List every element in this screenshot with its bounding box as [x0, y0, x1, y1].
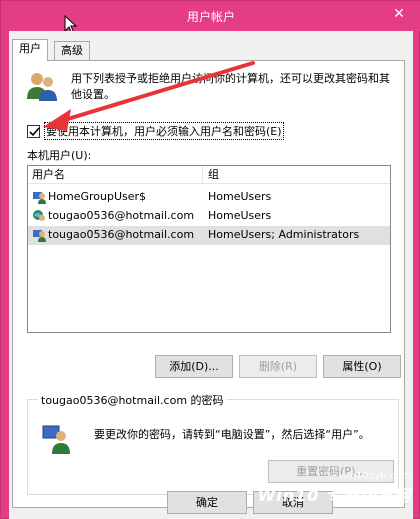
table-row[interactable]: tougao0536@hotmail.com HomeUsers: [28, 207, 390, 226]
require-login-label[interactable]: 要使用本计算机，用户必须输入用户名和密码(E): [44, 122, 284, 140]
password-group-title: tougao0536@hotmail.com 的密码: [38, 392, 227, 408]
table-row[interactable]: HomeGroupUser$ HomeUsers: [28, 188, 390, 207]
intro-text: 用下列表授予或拒绝用户访问你的计算机，还可以更改其密码和其他设置。: [71, 72, 390, 101]
user-icon: [33, 230, 46, 242]
password-help-text: 要更改你的密码，请转到“电脑设置”，然后选择“用户”。: [94, 428, 370, 441]
row-username: tougao0536@hotmail.com: [48, 209, 195, 222]
table-row[interactable]: tougao0536@hotmail.com HomeUsers; Admini…: [28, 226, 390, 245]
microsoft-account-icon: [33, 210, 45, 221]
row-group: HomeUsers: [208, 209, 272, 222]
watermark: win10zyb.com Win10 专业版官网: [258, 471, 411, 506]
properties-button[interactable]: 属性(O): [323, 355, 401, 378]
column-header-username[interactable]: 用户名: [28, 166, 203, 184]
watermark-url: win10zyb.com: [338, 471, 411, 482]
users-list[interactable]: 用户名 组 HomeGroupUser$ HomeUsers tougao053…: [27, 165, 391, 333]
tab-advanced[interactable]: 高级: [54, 41, 90, 61]
checkmark-icon: [29, 126, 40, 136]
dialog-body: 用户 高级 用下列表授予或拒绝用户访问你的计算机，还可以更改其密码和其他设置。 …: [9, 31, 413, 519]
user-accounts-window: 用户帐户 ✕ 用户 高级 用下列表授予或拒绝用户访问你的计算机，还可以更改其密码…: [0, 0, 420, 519]
local-users-label: 本机用户(U):: [27, 149, 92, 162]
tab-users[interactable]: 用户: [12, 39, 48, 61]
user-icon: [33, 192, 46, 204]
watermark-logo: Win10 专业版官网: [257, 486, 411, 505]
users-group-icon: [27, 73, 57, 101]
require-login-checkbox[interactable]: [27, 124, 40, 138]
row-username: tougao0536@hotmail.com: [48, 228, 195, 241]
title-bar[interactable]: 用户帐户 ✕: [1, 1, 420, 35]
row-group: HomeUsers: [208, 190, 272, 203]
users-tab-panel: 用下列表授予或拒绝用户访问你的计算机，还可以更改其密码和其他设置。 要使用本计算…: [12, 60, 405, 508]
add-user-button[interactable]: 添加(D)...: [155, 355, 233, 378]
row-group: HomeUsers; Administrators: [208, 228, 360, 241]
user-password-icon: [42, 425, 70, 454]
column-header-group[interactable]: 组: [204, 166, 390, 184]
close-icon[interactable]: ✕: [389, 5, 409, 23]
require-login-row[interactable]: 要使用本计算机，用户必须输入用户名和密码(E): [27, 122, 284, 140]
ok-button[interactable]: 确定: [167, 491, 247, 514]
users-list-header: 用户名 组: [28, 166, 390, 184]
row-username: HomeGroupUser$: [48, 190, 147, 203]
remove-user-button[interactable]: 删除(R): [239, 355, 317, 378]
